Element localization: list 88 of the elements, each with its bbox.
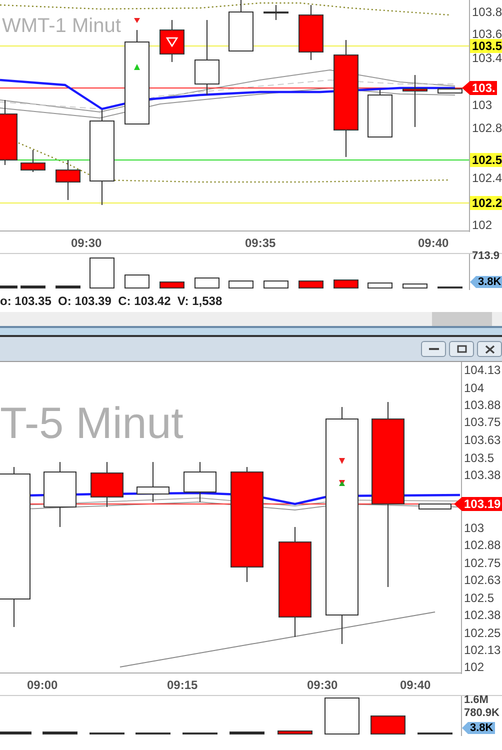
candle [136,462,170,502]
time-label: 09:30 [307,678,338,692]
volume-bar [56,286,80,288]
volume-label: 1.6M [464,693,488,707]
volume-bar [42,732,78,734]
down-triangle-marker [134,18,140,23]
volume-bar [368,282,392,288]
candle [44,462,76,528]
volume-bar [298,280,324,288]
candle [438,88,462,94]
candle [0,100,18,166]
candle [298,4,324,60]
volume-bar [0,732,32,734]
candle [184,462,216,502]
volume-bar [370,716,406,734]
candle [160,20,184,62]
price-label: 102 [464,660,484,674]
price-label: 102 [472,218,492,232]
volume-bar [124,274,150,288]
volume-bar [264,280,288,288]
price-label: 102.25 [464,626,501,640]
price-label: 102.13 [464,643,501,657]
minimize-icon [428,347,438,351]
scrollbar-thumb[interactable] [432,312,492,326]
candle [20,150,46,172]
maximize-button[interactable] [449,341,474,357]
candle [264,4,288,20]
volume-label: 780.9K [464,706,500,720]
time-label: 09:15 [167,678,198,692]
volume-bar [278,730,312,734]
down-triangle-marker [339,458,345,464]
price-label: 103 [464,521,484,535]
volume-bar [90,258,114,288]
price-label: 102.63 [464,573,501,587]
volume-bar [230,732,264,734]
price-tag: 102.2 [470,196,502,210]
price-label: 102.4 [472,171,502,185]
volume-bar [402,284,428,288]
volume-bar [20,286,46,288]
price-label: 103.75 [464,415,501,429]
chart-watermark: WMT-1 Minut [2,16,121,36]
price-label: 104.13 [464,363,501,377]
volume-label: 713.9 [472,249,500,263]
price-label: 102.75 [464,556,501,570]
candle [402,74,428,128]
price-label: 103.4 [472,51,502,65]
price-label: 102.8 [472,121,502,135]
candle [56,160,80,200]
candle [418,504,452,510]
price-label: 102.5 [464,591,494,605]
time-label: 09:35 [245,236,276,250]
volume-bar [160,282,184,288]
volume-bar [194,278,220,288]
price-label: 103.8 [472,5,502,19]
volume-bar [228,280,254,288]
volume-tag: 3.8K [470,276,502,288]
time-label: 09:30 [71,236,102,250]
price-label: 102.38 [464,608,501,622]
close-icon [484,344,494,354]
chart-watermark: T-5 Minut [0,402,184,446]
price-tag: 103.5 [470,39,502,53]
price-label: 103.5 [464,451,494,465]
minimize-button[interactable] [421,341,446,357]
up-triangle-marker [134,64,140,70]
candle [368,90,392,138]
price-label: 103.6 [472,27,502,41]
maximize-icon [456,345,466,353]
price-tag: 103. [462,81,498,95]
close-button[interactable] [477,341,502,357]
price-tag: 102.5 [470,153,502,167]
price-tag: 103.19 [454,497,502,511]
price-label: 103.38 [464,468,501,482]
candle [90,462,124,508]
price-label: 103 [472,98,492,112]
price-label: 102.88 [464,538,501,552]
time-label: 09:40 [400,678,431,692]
price-label: 103.63 [464,433,501,447]
time-label: 09:00 [27,678,58,692]
down-triangle-marker [166,37,178,48]
price-label: 103.88 [464,398,501,412]
volume-tag: 3.8K [462,722,496,734]
volume-bar [334,280,358,288]
volume-bar [0,286,18,288]
scrollbar[interactable] [0,312,502,326]
time-label: 09:40 [418,236,449,250]
price-label: 104 [464,381,484,395]
volume-bar [324,698,360,734]
ohlc-readout: o: 103.35 O: 103.39 C: 103.42 V: 1,538 [0,293,224,310]
